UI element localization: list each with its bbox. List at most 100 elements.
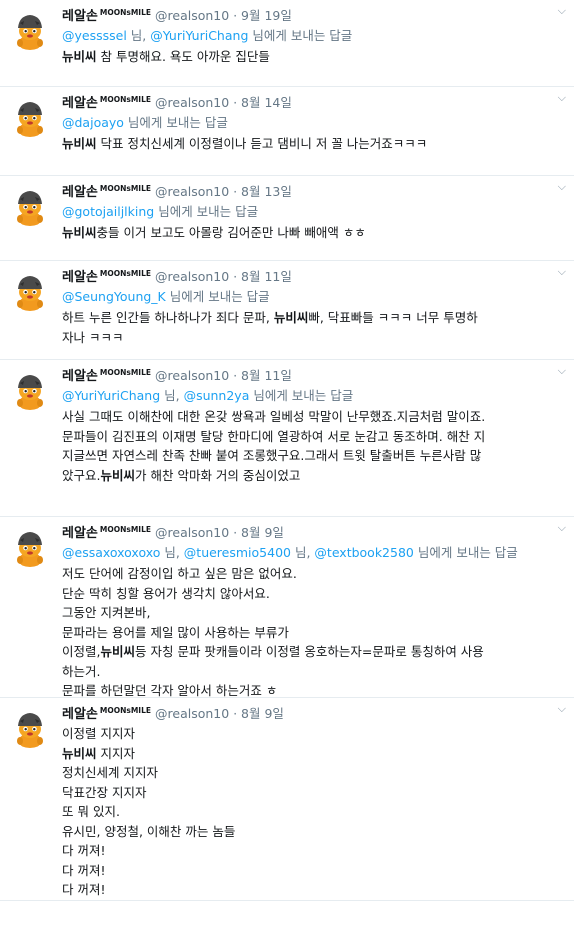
mention-link[interactable]: @gotojailjlking (62, 204, 154, 219)
display-name[interactable]: 레알손 (62, 7, 98, 27)
mention-link[interactable]: @SeungYoung_K (62, 289, 166, 304)
tweet[interactable]: 레알손 MOONsMILE @realson10 · 8월 9일 이정렬 지지자 뉴비씨 지… (0, 698, 574, 901)
mention-link[interactable]: @sunn2ya (184, 388, 250, 403)
tweet-text-line: 문파들이 김진표의 이재명 탈당 한마디에 열광하여 서로 눈감고 동조하며. … (62, 427, 562, 447)
reply-context: @essaxoxoxoxo 님, @tueresmio5400 님, @text… (62, 543, 562, 564)
separator-dot: · (233, 270, 238, 284)
user-handle[interactable]: @realson10 (155, 6, 229, 26)
avatar-column (0, 0, 62, 86)
avatar-column (0, 176, 62, 260)
user-handle[interactable]: @realson10 (155, 93, 229, 113)
mention-link[interactable]: @yessssel (62, 28, 127, 43)
text-segment: 가 해찬 악마화 거의 중심이었고 (135, 467, 301, 483)
tweet-text-line: 이정렬 지지자 (62, 724, 562, 744)
user-handle[interactable]: @realson10 (155, 704, 229, 724)
display-name[interactable]: 레알손 (62, 94, 98, 114)
tweet-timestamp[interactable]: 8월 14일 (241, 93, 292, 113)
reply-suffix: 님에게 보내는 답글 (154, 204, 259, 219)
tweet[interactable]: 레알손 MOONsMILE @realson10 · 8월 11일 @YuriYuriCh… (0, 360, 574, 517)
bold-keyword: 뉴비씨 (100, 467, 135, 483)
text-segment: 았구요. (62, 467, 101, 483)
chevron-down-icon[interactable]: ⌵ (558, 180, 566, 194)
avatar[interactable] (10, 527, 50, 567)
avatar[interactable] (10, 708, 50, 748)
separator-dot: · (233, 369, 238, 383)
tweet-text-line: 다 꺼져! (62, 861, 562, 881)
toothless-character-avatar-icon (10, 527, 50, 567)
tweet-text-line: 유시민, 양정철, 이해찬 까는 놈들 (62, 822, 562, 842)
chevron-down-icon[interactable]: ⌵ (558, 521, 566, 535)
name-badge: MOONsMILE (99, 269, 152, 278)
avatar[interactable] (10, 271, 50, 311)
chevron-down-icon[interactable]: ⌵ (558, 364, 566, 378)
tweet-text: 뉴비씨충들 이거 보고도 아몰랑 김어준만 나빠 빼애액 ㅎㅎ (62, 223, 562, 243)
text-segment: 닥표 정치신세계 이정렬이나 듣고 댐비니 저 꼴 나는거죠ㅋㅋㅋ (96, 136, 428, 151)
tweet-text-line: 또 뭐 있지. (62, 802, 562, 822)
tweet[interactable]: 레알손 MOONsMILE @realson10 · 8월 11일 @SeungYoung… (0, 261, 574, 360)
reply-context: @dajoayo 님에게 보내는 답글 (62, 113, 562, 134)
tweet-content: 레알손 MOONsMILE @realson10 · 9월 19일 @yessssel 님… (62, 0, 574, 86)
separator-dot: · (233, 707, 238, 721)
mention-link[interactable]: @YuriYuriChang (62, 388, 160, 403)
avatar[interactable] (10, 97, 50, 137)
display-name[interactable]: 레알손 (62, 705, 98, 725)
text-segment: 사실 그때도 이해찬에 대한 온갖 쌍욕과 일베성 막말이 난무했죠.지금처럼 … (62, 409, 486, 424)
name-badge: MOONsMILE (99, 368, 152, 377)
name-badge: MOONsMILE (99, 706, 152, 715)
display-name[interactable]: 레알손 (62, 524, 98, 544)
chevron-down-icon[interactable]: ⌵ (558, 702, 566, 716)
tweet-text-line: 뉴비씨 닥표 정치신세계 이정렬이나 듣고 댐비니 저 꼴 나는거죠ㅋㅋㅋ (62, 134, 562, 154)
text-segment: 자나 ㅋㅋㅋ (62, 329, 124, 345)
mention-link[interactable]: @tueresmio5400 (184, 545, 291, 560)
user-handle[interactable]: @realson10 (155, 182, 229, 202)
tweet-content: 레알손 MOONsMILE @realson10 · 8월 11일 @SeungYoung… (62, 261, 574, 359)
mention-link[interactable]: @dajoayo (62, 115, 124, 130)
tweet-timestamp[interactable]: 8월 9일 (241, 704, 284, 724)
tweet-text-line: 자나 ㅋㅋㅋ (62, 328, 562, 348)
tweet-timestamp[interactable]: 8월 13일 (241, 182, 292, 202)
avatar[interactable] (10, 370, 50, 410)
tweet-timestamp[interactable]: 8월 11일 (241, 267, 292, 287)
tweet-timestamp[interactable]: 9월 19일 (241, 6, 292, 26)
user-handle[interactable]: @realson10 (155, 523, 229, 543)
reply-suffix: 님에게 보내는 답글 (413, 545, 518, 560)
tweet-text-line: 문파라는 용어를 제일 많이 사용하는 부류가 (62, 623, 562, 643)
toothless-character-avatar-icon (10, 97, 50, 137)
bold-keyword: 뉴비씨 (62, 225, 97, 240)
tweet[interactable]: 레알손 MOONsMILE @realson10 · 8월 14일 @dajoayo 님에… (0, 87, 574, 176)
avatar[interactable] (10, 10, 50, 50)
user-handle[interactable]: @realson10 (155, 267, 229, 287)
mention-link[interactable]: @essaxoxoxoxo (62, 545, 160, 560)
tweet[interactable]: 레알손 MOONsMILE @realson10 · 8월 9일 @essaxoxoxox… (0, 517, 574, 698)
reply-context: @YuriYuriChang 님, @sunn2ya 님에게 보내는 답글 (62, 386, 562, 407)
tweet-timestamp[interactable]: 8월 11일 (241, 366, 292, 386)
text-segment: 등 자칭 문파 팟캐들이라 이정렬 옹호하는자=문파로 통칭하여 사용 (135, 644, 484, 659)
toothless-character-avatar-icon (10, 186, 50, 226)
tweet-feed: 레알손 MOONsMILE @realson10 · 9월 19일 @yessssel 님… (0, 0, 574, 901)
name-badge: MOONsMILE (99, 525, 152, 534)
tweet-header: 레알손 MOONsMILE @realson10 · 8월 11일 (62, 267, 562, 287)
reply-separator: 님, (160, 545, 184, 560)
display-name[interactable]: 레알손 (62, 367, 98, 387)
text-segment: 저도 단어에 감정이입 하고 싶은 맘은 없어요. (62, 566, 297, 581)
chevron-down-icon[interactable]: ⌵ (558, 91, 566, 105)
text-segment: 그동안 지켜본바, (62, 605, 151, 620)
mention-link[interactable]: @textbook2580 (314, 545, 413, 560)
avatar[interactable] (10, 186, 50, 226)
chevron-down-icon[interactable]: ⌵ (558, 265, 566, 279)
display-name[interactable]: 레알손 (62, 268, 98, 288)
tweet-header: 레알손 MOONsMILE @realson10 · 9월 19일 (62, 6, 562, 26)
separator-dot: · (233, 9, 238, 23)
chevron-down-icon[interactable]: ⌵ (558, 4, 566, 18)
reply-separator: 님, (160, 388, 184, 403)
text-segment: 빠, 닥표빠들 ㅋㅋㅋ 너무 투명하 (308, 310, 478, 325)
tweet[interactable]: 레알손 MOONsMILE @realson10 · 9월 19일 @yessssel 님… (0, 0, 574, 87)
name-badge: MOONsMILE (99, 184, 152, 193)
tweet-timestamp[interactable]: 8월 9일 (241, 523, 284, 543)
tweet-text-line: 지글쓰면 자연스레 찬족 찬빠 붙여 조롱했구요.그래서 트윗 탈출버튼 누른사… (62, 446, 562, 466)
mention-link[interactable]: @YuriYuriChang (150, 28, 248, 43)
tweet[interactable]: 레알손 MOONsMILE @realson10 · 8월 13일 @gotojailjl… (0, 176, 574, 261)
user-handle[interactable]: @realson10 (155, 366, 229, 386)
display-name[interactable]: 레알손 (62, 183, 98, 203)
tweet-text: 사실 그때도 이해찬에 대한 온갖 쌍욕과 일베성 막말이 난무했죠.지금처럼 … (62, 407, 562, 485)
